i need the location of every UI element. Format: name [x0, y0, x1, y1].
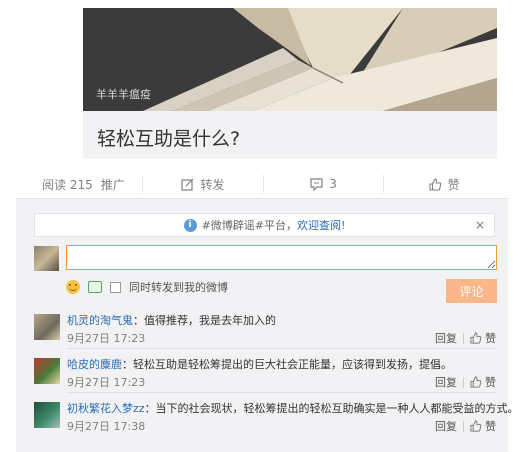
comment-divider [66, 392, 497, 393]
like-label: 赞 [447, 177, 460, 192]
current-user-avatar[interactable] [34, 246, 59, 271]
comment-like-label: 赞 [485, 376, 496, 389]
avatar[interactable] [34, 314, 60, 340]
comment-line: 初秋繁花入梦zz：当下的社会现状，轻松筹提出的轻松互助确实是一种人人都能受益的方… [67, 400, 519, 416]
comment-actions: 回复 赞 [435, 418, 496, 434]
divider [463, 376, 464, 388]
comment-username[interactable]: 初秋繁花入梦zz [67, 402, 145, 415]
avatar[interactable] [34, 358, 60, 384]
read-count: 阅读 215 推广 [34, 176, 142, 193]
repost-checkbox[interactable] [110, 281, 121, 293]
avatar[interactable] [34, 402, 60, 428]
notice-link[interactable]: 欢迎查阅! [297, 217, 345, 233]
cover-credit: 羊羊羊瘟疫 [96, 88, 151, 101]
comment-like-button[interactable]: 赞 [470, 374, 496, 390]
repost-label: 转发 [200, 177, 225, 192]
repost-option-label: 同时转发到我的微博 [129, 281, 228, 294]
comment-button[interactable]: 3 [262, 175, 384, 193]
comment-line: 机灵的淘气鬼：值得推荐，我是去年加入的 [67, 312, 276, 328]
thumbs-up-icon [429, 177, 441, 191]
comment-actions: 回复 赞 [435, 374, 496, 390]
comment-like-label: 赞 [485, 420, 496, 433]
read-count-label: 阅读 215 [42, 177, 93, 192]
comment-text: ：轻松互助是轻松筹提出的巨大社会正能量，应该得到发扬，提倡。 [122, 358, 452, 371]
emoji-icon[interactable] [66, 280, 80, 294]
comment-username[interactable]: 机灵的淘气鬼 [67, 314, 133, 327]
comment-time: 9月27日 17:23 [67, 376, 146, 389]
thumbs-up-icon [470, 376, 482, 388]
comment-tools: 同时转发到我的微博 [66, 279, 228, 295]
article-card[interactable]: 羊羊羊瘟疫 轻松互助是什么? [83, 8, 497, 159]
comment-count: 3 [329, 177, 337, 191]
comment-text: ：值得推荐，我是去年加入的 [133, 314, 276, 327]
comment-panel: i #微博辟谣#平台， 欢迎查阅! × 同时转发到我的微博 评论 机灵的淘气鬼：… [16, 198, 519, 452]
comment-like-button[interactable]: 赞 [470, 418, 496, 434]
info-icon: i [183, 218, 197, 232]
like-button[interactable]: 赞 [383, 175, 504, 193]
cover-image[interactable]: 羊羊羊瘟疫 [83, 8, 497, 111]
comment-username[interactable]: 哈皮的麋鹿 [67, 358, 122, 371]
thumbs-up-icon [470, 420, 482, 432]
article-title[interactable]: 轻松互助是什么? [97, 124, 240, 151]
comment-time: 9月27日 17:38 [67, 420, 146, 433]
comment-line: 哈皮的麋鹿：轻松互助是轻松筹提出的巨大社会正能量，应该得到发扬，提倡。 [67, 356, 452, 372]
thumbs-up-icon [470, 332, 482, 344]
reply-button[interactable]: 回复 [435, 330, 457, 346]
repost-icon [181, 178, 194, 191]
notice-bar: i #微博辟谣#平台， 欢迎查阅! × [34, 213, 495, 237]
close-icon[interactable]: × [475, 218, 485, 232]
reply-button[interactable]: 回复 [435, 374, 457, 390]
repost-button[interactable]: 转发 [142, 175, 263, 193]
image-icon[interactable] [88, 281, 102, 293]
comment-icon [310, 177, 323, 191]
promote-link[interactable]: 推广 [101, 176, 125, 193]
comment-input[interactable] [66, 245, 497, 270]
comment-time: 9月27日 17:23 [67, 332, 146, 345]
submit-comment-button[interactable]: 评论 [446, 279, 497, 303]
comment-text: ：当下的社会现状，轻松筹提出的轻松互助确实是一种人人都能受益的方式。 [144, 402, 519, 415]
notice-text: #微博辟谣#平台， [201, 219, 297, 232]
comment-like-label: 赞 [485, 332, 496, 345]
comment-divider [66, 348, 497, 349]
comment-like-button[interactable]: 赞 [470, 330, 496, 346]
comment-actions: 回复 赞 [435, 330, 496, 346]
divider [463, 332, 464, 344]
post-toolbar: 阅读 215 推广 转发 3 赞 [34, 170, 504, 198]
reply-button[interactable]: 回复 [435, 418, 457, 434]
divider [463, 420, 464, 432]
